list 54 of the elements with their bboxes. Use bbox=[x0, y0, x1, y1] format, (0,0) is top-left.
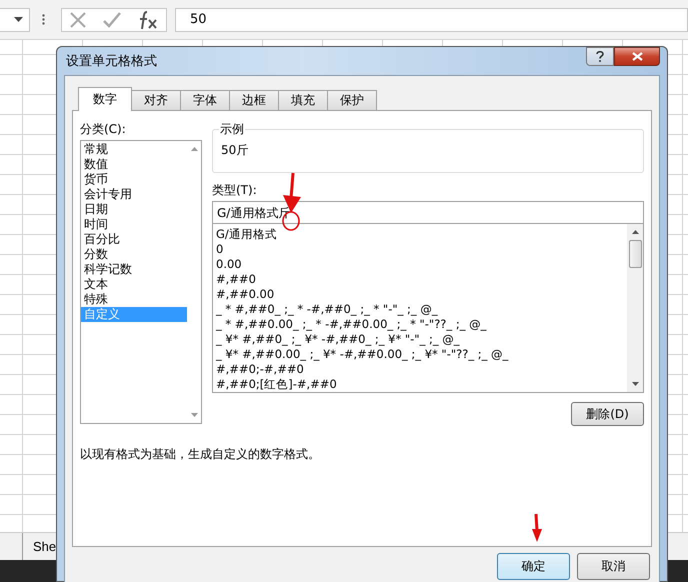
close-icon bbox=[632, 52, 642, 61]
description-text: 以现有格式为基础，生成自定义的数字格式。 bbox=[80, 446, 321, 463]
format-item[interactable]: #,##0;-#,##0 bbox=[216, 362, 624, 377]
help-button[interactable] bbox=[586, 47, 614, 66]
scroll-down-icon[interactable] bbox=[632, 382, 638, 386]
caret-icon bbox=[14, 17, 23, 22]
format-item[interactable]: _ ¥* #,##0.00_ ;_ ¥* -#,##0.00_ ;_ ¥* "-"??_ ;_ @_ bbox=[216, 347, 624, 362]
dialog-title: 设置单元格格式 bbox=[65, 53, 157, 70]
tab[interactable]: 填充 bbox=[278, 90, 328, 110]
format-item[interactable]: _ * #,##0.00_ ;_ * -#,##0.00_ ;_ * "-"??_ ;_ @_ bbox=[216, 317, 624, 332]
type-label: 类型(T): bbox=[212, 182, 258, 199]
format-item[interactable]: #,##0.00 bbox=[216, 287, 624, 302]
scroll-thumb[interactable] bbox=[628, 240, 642, 268]
category-list[interactable]: 常规 数值 货币 会计专用 日期 时间 百分比 分数 科学记数 文本 特殊 自定义 bbox=[80, 140, 202, 424]
format-item[interactable]: _ * #,##0_ ;_ * -#,##0_ ;_ * "-"_ ;_ @_ bbox=[216, 302, 624, 317]
format-item[interactable]: G/通用格式 bbox=[216, 227, 624, 242]
scroll-down-icon[interactable] bbox=[190, 413, 198, 417]
category-item[interactable]: 科学记数 bbox=[81, 262, 187, 277]
format-item[interactable]: 0 bbox=[216, 242, 624, 257]
sample-value: 50斤 bbox=[221, 143, 248, 157]
check-icon[interactable] bbox=[102, 12, 121, 28]
format-list[interactable] bbox=[212, 224, 644, 393]
format-item[interactable]: _ ¥* #,##0_ ;_ ¥* -#,##0_ ;_ ¥* "-"_ ;_ @_ bbox=[216, 332, 624, 347]
tab[interactable]: 边框 bbox=[229, 90, 279, 110]
category-item[interactable]: 日期 bbox=[81, 202, 187, 217]
category-label: 分类(C): bbox=[80, 121, 127, 138]
close-button[interactable] bbox=[614, 47, 660, 66]
tab[interactable]: 对齐 bbox=[131, 90, 181, 110]
category-item[interactable]: 货币 bbox=[81, 172, 187, 187]
tab[interactable]: 数字 bbox=[78, 87, 132, 111]
tab[interactable]: 字体 bbox=[180, 90, 230, 110]
category-item[interactable]: 时间 bbox=[81, 217, 187, 232]
category-item[interactable]: 文本 bbox=[81, 277, 187, 292]
format-item[interactable]: #,##0 bbox=[216, 272, 624, 287]
category-item[interactable]: 百分比 bbox=[81, 232, 187, 247]
sample-legend: 示例 bbox=[219, 121, 245, 138]
format-item[interactable]: 0.00 bbox=[216, 257, 624, 272]
category-item[interactable]: 特殊 bbox=[81, 292, 187, 307]
annotation-arrow bbox=[531, 513, 543, 543]
drag-handle-icon[interactable] bbox=[42, 14, 45, 25]
function-icon[interactable] bbox=[138, 10, 158, 30]
formula-input[interactable]: 50 bbox=[175, 8, 688, 32]
category-item[interactable]: 数值 bbox=[81, 157, 187, 172]
category-item[interactable]: 常规 bbox=[81, 142, 187, 157]
scroll-up-icon[interactable] bbox=[632, 230, 638, 234]
question-icon bbox=[596, 51, 604, 62]
category-item[interactable]: 分数 bbox=[81, 247, 187, 262]
format-item[interactable]: #,##0;[红色]-#,##0 bbox=[216, 377, 624, 392]
scroll-up-icon[interactable] bbox=[190, 147, 198, 151]
delete-button[interactable]: 删除(D) bbox=[571, 402, 644, 426]
category-item[interactable]: 会计专用 bbox=[81, 187, 187, 202]
cancel-button[interactable]: 取消 bbox=[577, 553, 650, 580]
ok-button[interactable]: 确定 bbox=[497, 553, 570, 580]
tab[interactable]: 保护 bbox=[327, 90, 377, 110]
